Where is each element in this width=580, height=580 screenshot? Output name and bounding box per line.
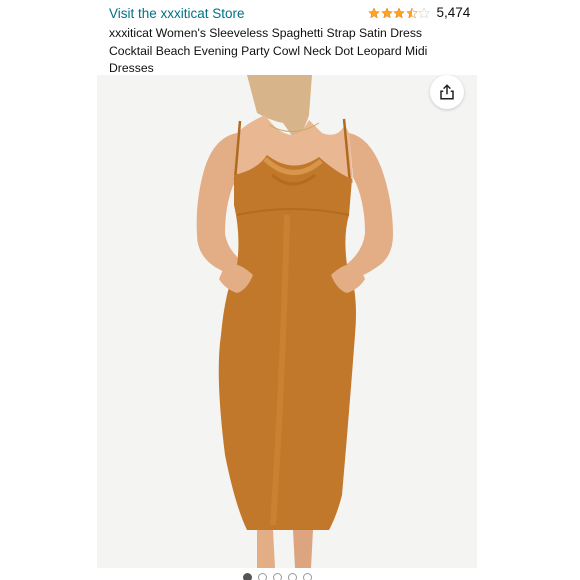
store-row: Visit the xxxiticat Store 5,474: [109, 4, 470, 22]
carousel-dot[interactable]: [243, 573, 252, 580]
carousel-indicator: [243, 573, 312, 580]
product-header: Visit the xxxiticat Store 5,474 xxxitica…: [109, 4, 470, 78]
carousel-dot[interactable]: [273, 573, 282, 580]
share-button[interactable]: [430, 75, 464, 109]
star-half-icon: [405, 6, 418, 18]
carousel-dot[interactable]: [303, 573, 312, 580]
star-full-icon: [368, 6, 380, 18]
product-image-carousel[interactable]: [97, 75, 477, 568]
review-count[interactable]: 5,474: [437, 5, 471, 20]
share-icon: [440, 84, 454, 100]
product-photo: [97, 75, 477, 568]
carousel-dot[interactable]: [258, 573, 267, 580]
product-title: xxxiticat Women's Sleeveless Spaghetti S…: [109, 26, 428, 75]
star-empty-icon: [418, 6, 430, 18]
star-full-icon: [393, 6, 405, 18]
carousel-dot[interactable]: [288, 573, 297, 580]
star-rating[interactable]: [368, 6, 431, 19]
rating-summary[interactable]: 5,474: [368, 5, 470, 20]
visit-store-link[interactable]: Visit the xxxiticat Store: [109, 6, 245, 21]
star-full-icon: [380, 6, 393, 18]
